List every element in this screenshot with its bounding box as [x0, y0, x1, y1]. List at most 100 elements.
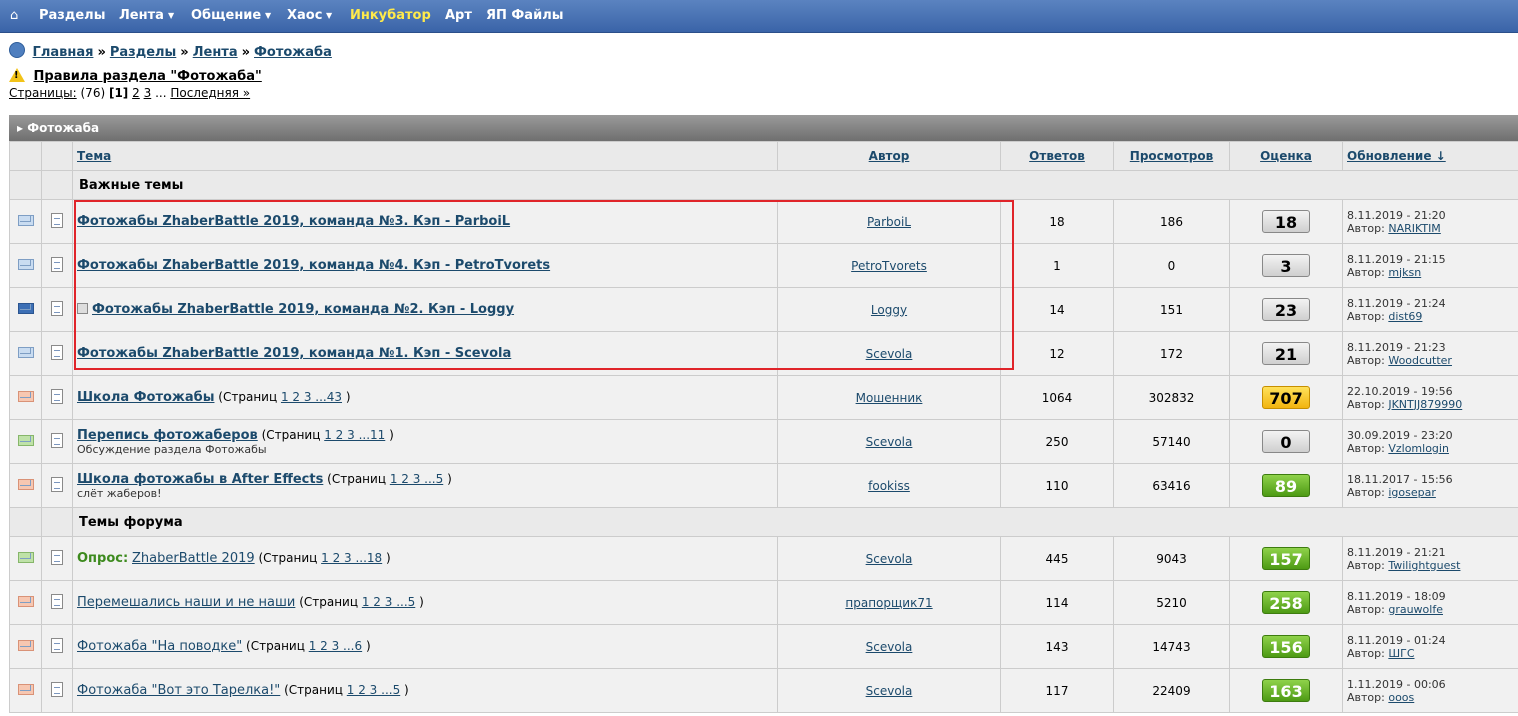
rating-cell: 156 [1229, 624, 1343, 669]
topic-link[interactable]: Фотожаба "На поводке" [77, 639, 242, 654]
home-icon[interactable]: ⌂ [10, 8, 18, 23]
document-icon[interactable] [51, 637, 63, 653]
topic-link[interactable]: Фотожаба "Вот это Тарелка!" [77, 683, 280, 698]
topic-pages-prefix: (Страниц [261, 427, 325, 442]
nav-item-2[interactable]: Общение [191, 8, 261, 23]
update-author-link[interactable]: Woodcutter [1388, 354, 1452, 367]
topic-pages-links[interactable]: 1 2 3 ...43 [281, 390, 342, 404]
update-author-link[interactable]: grauwolfe [1388, 603, 1443, 616]
topic-pages-links[interactable]: 1 2 3 ...6 [309, 639, 362, 653]
breadcrumb-fotozhaba[interactable]: Фотожаба [254, 45, 332, 60]
topic-link[interactable]: Фотожабы ZhaberBattle 2019, команда №3. … [77, 214, 510, 229]
rating-badge[interactable]: 163 [1262, 679, 1310, 702]
update-author-link[interactable]: ooos [1388, 691, 1414, 704]
topic-pages-links[interactable]: 1 2 3 ...18 [321, 551, 382, 565]
author-link[interactable]: PetroTvorets [851, 259, 927, 273]
page-link-3[interactable]: 3 [144, 86, 152, 100]
replies-count: 114 [1000, 580, 1114, 625]
nav-item-4[interactable]: Инкубатор [350, 8, 431, 23]
page-link-2[interactable]: 2 [132, 86, 140, 100]
nav-item-0[interactable]: Разделы [39, 8, 105, 23]
page-last-link[interactable]: Последняя » [170, 86, 250, 100]
document-icon[interactable] [51, 593, 63, 609]
author-link[interactable]: Scevola [866, 552, 913, 566]
rating-badge[interactable]: 0 [1262, 430, 1310, 453]
topic-link[interactable]: Перемешались наши и не наши [77, 595, 295, 610]
col-rating[interactable]: Оценка [1229, 141, 1343, 171]
topic-pages-links[interactable]: 1 2 3 ...11 [324, 428, 385, 442]
topic-link[interactable]: Фотожабы ZhaberBattle 2019, команда №1. … [77, 346, 511, 361]
update-author-link[interactable]: dist69 [1388, 310, 1422, 323]
document-icon[interactable] [51, 212, 63, 228]
views-count: 0 [1113, 243, 1230, 288]
author-link[interactable]: Scevola [866, 347, 913, 361]
author-link[interactable]: Scevola [866, 640, 913, 654]
author-cell: PetroTvorets [777, 243, 1001, 288]
breadcrumb-sections[interactable]: Разделы [110, 45, 176, 60]
author-link[interactable]: ParboiL [867, 215, 911, 229]
update-author-link[interactable]: NARIKTIM [1388, 222, 1440, 235]
rating-badge[interactable]: 707 [1262, 386, 1310, 409]
col-views[interactable]: Просмотров [1113, 141, 1230, 171]
document-icon[interactable] [51, 344, 63, 360]
topic-link[interactable]: Школа фотожабы в After Effects [77, 472, 323, 487]
update-author-link[interactable]: Vzlomlogin [1388, 442, 1449, 455]
breadcrumb-home[interactable]: Главная [33, 45, 94, 60]
update-date: 22.10.2019 - 19:56 [1347, 384, 1453, 398]
rating-badge[interactable]: 157 [1262, 547, 1310, 570]
nav-item-3[interactable]: Хаос [287, 8, 322, 23]
rating-badge[interactable]: 89 [1262, 474, 1310, 497]
topic-link[interactable]: Школа Фотожабы [77, 390, 214, 405]
nav-item-1[interactable]: Лента [119, 8, 164, 23]
envelope-icon [17, 639, 34, 651]
nav-item-6[interactable]: ЯП Файлы [486, 8, 563, 23]
rating-badge[interactable]: 3 [1262, 254, 1310, 277]
topic-pages-links[interactable]: 1 2 3 ...5 [362, 595, 415, 609]
document-icon[interactable] [51, 300, 63, 316]
chevron-down-icon[interactable]: ▼ [326, 11, 332, 20]
topic-pages-links[interactable]: 1 2 3 ...5 [390, 472, 443, 486]
author-link[interactable]: Мошенник [856, 391, 923, 405]
topic-link[interactable]: Перепись фотожаберов [77, 428, 258, 443]
update-author-link[interactable]: mjksn [1388, 266, 1421, 279]
author-link[interactable]: прапорщик71 [845, 596, 932, 610]
author-link[interactable]: Scevola [866, 684, 913, 698]
topic-pages-prefix: (Страниц [284, 683, 347, 697]
chevron-down-icon[interactable]: ▼ [265, 11, 271, 20]
document-icon[interactable] [51, 476, 63, 492]
update-author-link[interactable]: ШГС [1388, 647, 1414, 660]
author-link[interactable]: Loggy [871, 303, 907, 317]
topic-link[interactable]: Фотожабы ZhaberBattle 2019, команда №2. … [92, 302, 514, 317]
document-icon[interactable] [51, 432, 63, 448]
document-icon[interactable] [51, 681, 63, 697]
author-link[interactable]: Scevola [866, 435, 913, 449]
document-icon[interactable] [51, 549, 63, 565]
col-author[interactable]: Автор [777, 141, 1001, 171]
document-icon[interactable] [51, 256, 63, 272]
update-author-label: Автор: [1347, 221, 1385, 235]
col-updated[interactable]: Обновление ↓ [1342, 141, 1518, 171]
chevron-down-icon[interactable]: ▼ [168, 11, 174, 20]
update-author-line: Автор: dist69 [1347, 310, 1514, 323]
document-icon[interactable] [51, 388, 63, 404]
update-author-link[interactable]: JKNTJJ879990 [1388, 398, 1462, 411]
rules-link[interactable]: Правила раздела "Фотожаба" [34, 69, 262, 84]
nav-item-5[interactable]: Арт [445, 8, 472, 23]
rating-badge[interactable]: 21 [1262, 342, 1310, 365]
topic-link[interactable]: Фотожабы ZhaberBattle 2019, команда №4. … [77, 258, 550, 273]
update-author-link[interactable]: igosepar [1388, 486, 1436, 499]
env-cell [9, 463, 42, 508]
breadcrumb-feed[interactable]: Лента [193, 45, 238, 60]
col-replies[interactable]: Ответов [1000, 141, 1114, 171]
rating-badge[interactable]: 258 [1262, 591, 1310, 614]
rating-badge[interactable]: 23 [1262, 298, 1310, 321]
rating-badge[interactable]: 156 [1262, 635, 1310, 658]
topic-pages-links[interactable]: 1 2 3 ...5 [347, 683, 400, 697]
rating-badge[interactable]: 18 [1262, 210, 1310, 233]
author-link[interactable]: fookiss [868, 479, 910, 493]
topic-link[interactable]: ZhaberBattle 2019 [132, 551, 255, 566]
pages-label[interactable]: Страницы: [9, 86, 77, 100]
update-author-link[interactable]: Twilightguest [1388, 559, 1460, 572]
col-topic[interactable]: Тема [72, 141, 778, 171]
env-cell [9, 580, 42, 625]
